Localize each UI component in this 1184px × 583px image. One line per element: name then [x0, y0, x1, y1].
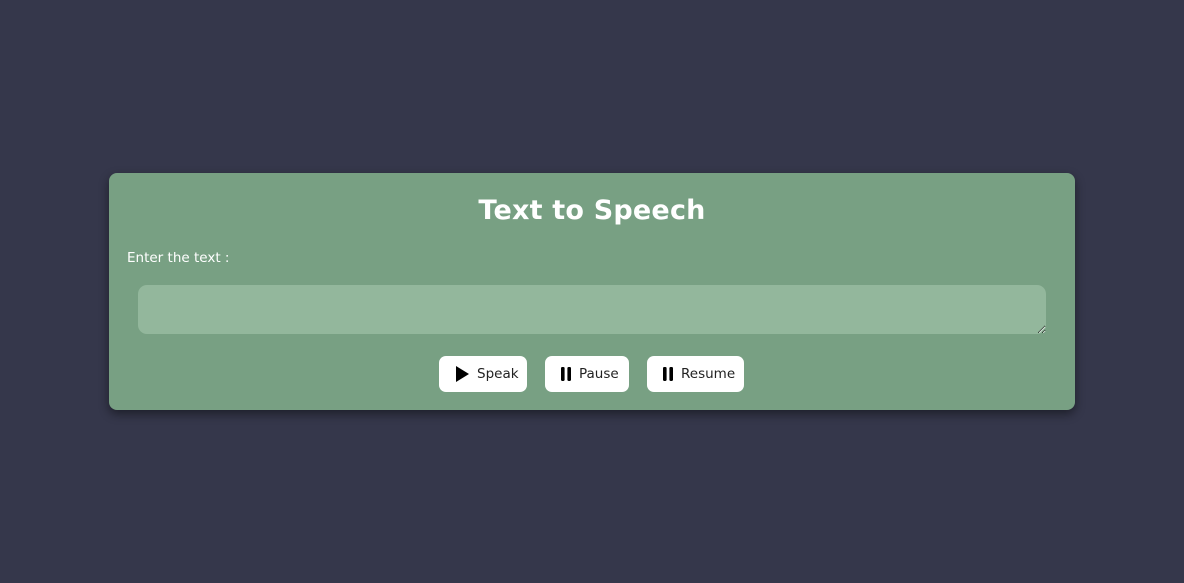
tts-card: Text to Speech Enter the text : Speak Pa… [109, 173, 1075, 410]
resume-button-label: Resume [681, 366, 736, 382]
pause-button-label: Pause [579, 366, 619, 382]
page-title: Text to Speech [478, 195, 706, 226]
pause-icon [663, 367, 673, 381]
pause-button[interactable]: Pause [545, 356, 629, 392]
speak-button-label: Speak [477, 366, 519, 382]
resume-button[interactable]: Resume [647, 356, 744, 392]
play-icon [455, 366, 469, 382]
button-row: Speak Pause Resume [109, 356, 1075, 392]
text-input[interactable] [138, 285, 1046, 334]
text-input-label: Enter the text : [127, 250, 230, 266]
speak-button[interactable]: Speak [439, 356, 527, 392]
pause-icon [561, 367, 571, 381]
